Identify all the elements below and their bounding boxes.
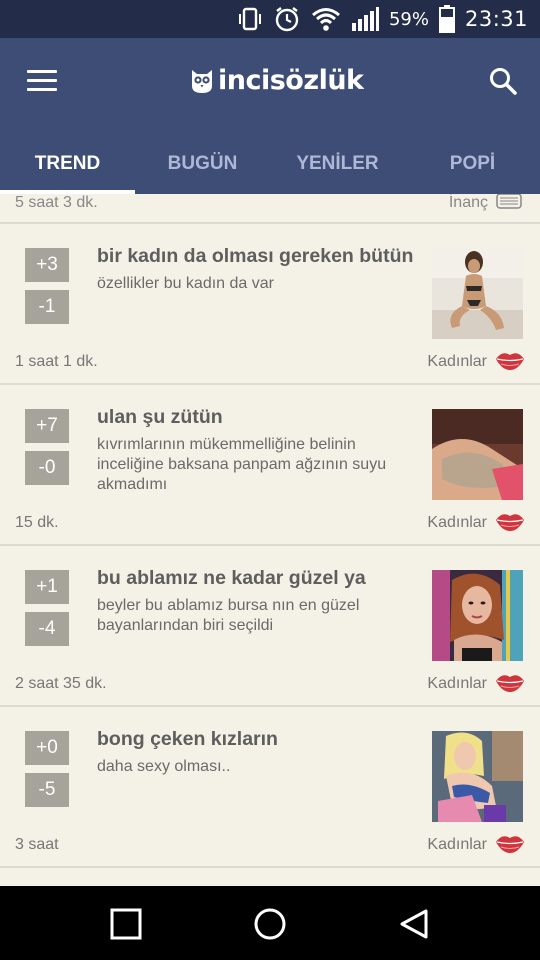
entry-time: 5 saat 3 dk. <box>15 194 98 211</box>
upvote-button[interactable]: +1 <box>25 570 69 604</box>
lips-icon[interactable] <box>495 509 525 538</box>
battery-percent: 59% <box>388 8 429 30</box>
system-nav-bar <box>0 886 540 960</box>
upvote-button[interactable]: +3 <box>25 248 69 282</box>
entry-time: 3 saat <box>15 836 59 853</box>
lips-icon[interactable] <box>495 670 525 699</box>
entry-time: 1 saat 1 dk. <box>15 353 98 370</box>
downvote-button[interactable]: -4 <box>25 612 69 646</box>
list-item[interactable]: 5 saat 3 dk. İnanç <box>0 194 540 224</box>
wifi-icon <box>311 6 341 32</box>
entry-category[interactable]: Kadınlar <box>427 353 487 371</box>
entry-thumbnail[interactable] <box>432 409 523 500</box>
entry-time: 15 dk. <box>15 514 59 531</box>
downvote-button[interactable]: -1 <box>25 290 69 324</box>
entry-category[interactable]: Kadınlar <box>427 514 487 532</box>
list-item[interactable]: +3 -1 bir kadın da olması gereken bütün … <box>0 224 540 385</box>
tab-bugun[interactable]: BUGÜN <box>135 134 270 194</box>
downvote-button[interactable]: -0 <box>25 451 69 485</box>
app-logo: incisözlük <box>190 62 364 98</box>
entry-body[interactable]: daha sexy olması.. <box>97 757 407 777</box>
entry-category[interactable]: Kadınlar <box>427 675 487 693</box>
alarm-icon <box>273 5 301 33</box>
entry-time: 2 saat 35 dk. <box>15 675 107 692</box>
list-item[interactable]: +0 -5 bong çeken kızların daha sexy olma… <box>0 707 540 868</box>
downvote-button[interactable]: -5 <box>25 773 69 807</box>
clock: 23:31 <box>464 7 528 31</box>
category-icon[interactable] <box>494 194 524 217</box>
entry-author[interactable]: İnanç <box>449 194 488 212</box>
entry-title[interactable]: bu ablamız ne kadar güzel ya <box>97 567 427 590</box>
back-icon[interactable] <box>398 908 430 940</box>
upvote-button[interactable]: +7 <box>25 409 69 443</box>
app-logo-text: incisözlük <box>218 64 364 96</box>
upvote-button[interactable]: +0 <box>25 731 69 765</box>
list-item[interactable]: +7 -0 ulan şu zütün kıvrımlarının mükemm… <box>0 385 540 546</box>
tab-popi[interactable]: POPİ <box>405 134 540 194</box>
entry-thumbnail[interactable] <box>432 731 523 822</box>
signal-icon <box>351 6 379 32</box>
list-item[interactable]: +1 -4 bu ablamız ne kadar güzel ya beyle… <box>0 546 540 707</box>
lips-icon[interactable] <box>495 348 525 377</box>
entry-title[interactable]: bir kadın da olması gereken bütün <box>97 245 427 268</box>
home-icon[interactable] <box>253 908 286 940</box>
status-bar: 59% 23:31 <box>0 0 540 38</box>
hamburger-menu-icon[interactable] <box>27 70 57 92</box>
entry-feed[interactable]: 5 saat 3 dk. İnanç +3 -1 bir kadın da ol… <box>0 194 540 886</box>
entry-title[interactable]: ulan şu zütün <box>97 406 427 429</box>
tab-trend[interactable]: TREND <box>0 134 135 194</box>
search-icon[interactable] <box>488 66 518 96</box>
recents-icon[interactable] <box>110 908 142 940</box>
entry-category[interactable]: Kadınlar <box>427 836 487 854</box>
battery-icon <box>438 5 455 33</box>
owl-logo-icon <box>192 70 212 93</box>
lips-icon[interactable] <box>495 831 525 860</box>
entry-body[interactable]: özellikler bu kadın da var <box>97 274 407 294</box>
entry-thumbnail[interactable] <box>432 570 523 661</box>
app-bar: incisözlük TREND BUGÜN YENİLER POPİ <box>0 38 540 194</box>
entry-title[interactable]: bong çeken kızların <box>97 728 427 751</box>
entry-body[interactable]: beyler bu ablamız bursa nın en güzel bay… <box>97 596 407 636</box>
entry-thumbnail[interactable] <box>432 248 523 339</box>
tab-bar: TREND BUGÜN YENİLER POPİ <box>0 134 540 194</box>
tab-yeniler[interactable]: YENİLER <box>270 134 405 194</box>
entry-body[interactable]: kıvrımlarının mükemmelliğine belinin inc… <box>97 435 407 495</box>
vibrate-icon <box>237 6 263 32</box>
